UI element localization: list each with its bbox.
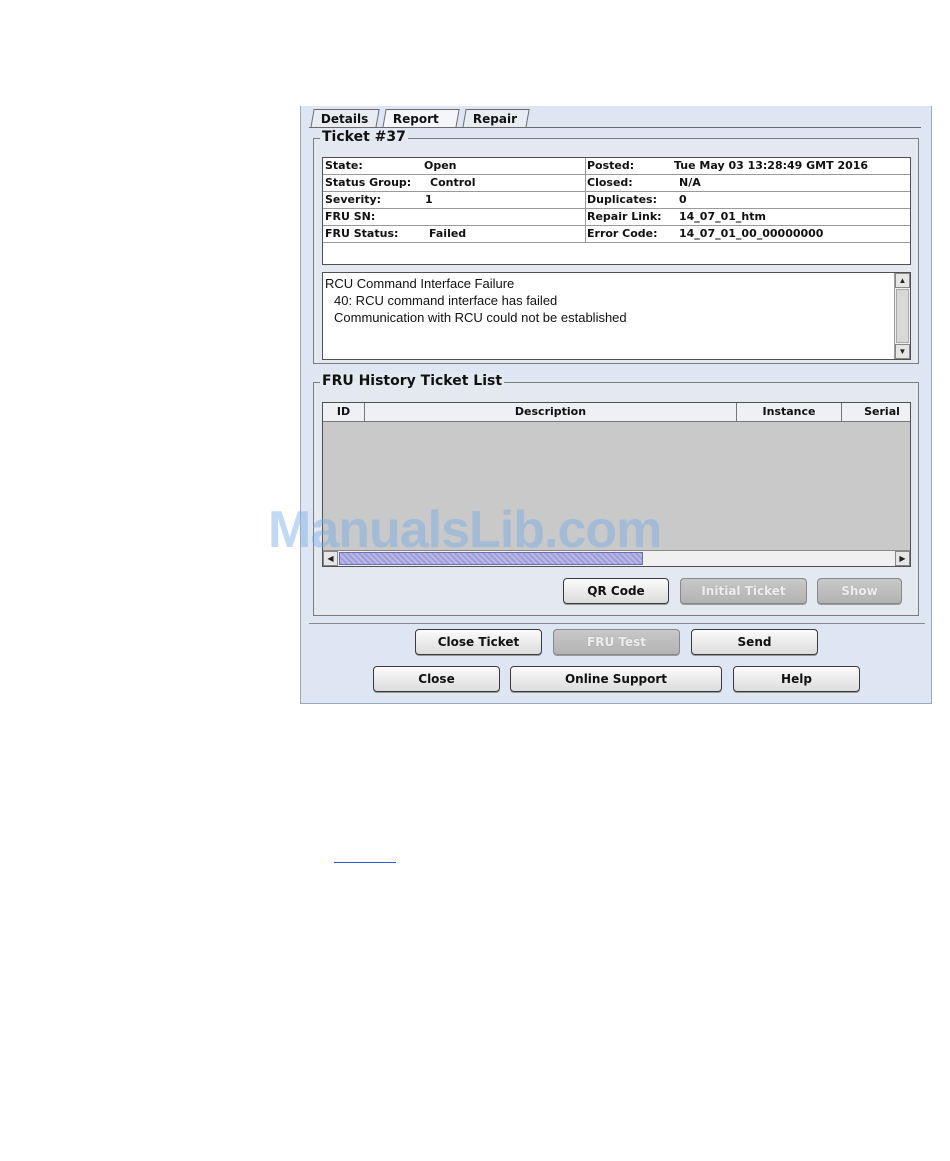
column-header-description[interactable]: Description xyxy=(365,403,737,422)
fru-history-group: FRU History Ticket List ID Description I… xyxy=(313,373,919,616)
posted-label: Posted: xyxy=(587,159,635,172)
message-line: Communication with RCU could not be esta… xyxy=(334,310,627,325)
repair-link-value: 14_07_01_htm xyxy=(679,210,766,223)
message-line: RCU Command Interface Failure xyxy=(325,276,515,291)
status-group-value: Control xyxy=(430,176,476,189)
closed-value: N/A xyxy=(679,176,701,189)
tab-repair-label: Repair xyxy=(472,112,518,126)
table-row: FRU Status: Failed Error Code: 14_07_01_… xyxy=(323,226,910,243)
repair-link-label: Repair Link: xyxy=(587,210,662,223)
tab-report-label: Report xyxy=(392,112,439,126)
link-underline[interactable] xyxy=(334,862,396,863)
scroll-right-icon[interactable]: ▶ xyxy=(895,551,910,566)
tab-details-label: Details xyxy=(320,112,369,126)
tab-repair[interactable]: Repair xyxy=(462,109,530,128)
close-ticket-button[interactable]: Close Ticket xyxy=(415,629,542,655)
scroll-down-icon[interactable]: ▼ xyxy=(895,344,910,359)
fru-test-button[interactable]: FRU Test xyxy=(553,629,680,655)
fru-sn-label: FRU SN: xyxy=(325,210,376,223)
watermark: ManualsLib.com xyxy=(268,501,662,559)
message-vertical-scrollbar[interactable]: ▲ ▼ xyxy=(894,273,910,359)
ticket-details-table: State: Open Posted: Tue May 03 13:28:49 … xyxy=(322,157,911,265)
duplicates-label: Duplicates: xyxy=(587,193,657,206)
scroll-up-icon[interactable]: ▲ xyxy=(895,273,910,288)
ticket-title: Ticket #37 xyxy=(320,129,408,145)
column-header-id[interactable]: ID xyxy=(323,403,365,422)
table-row: FRU SN: Repair Link: 14_07_01_htm xyxy=(323,209,910,226)
ticket-dialog: Details Report Repair Ticket #37 State: … xyxy=(300,106,932,704)
tab-details[interactable]: Details xyxy=(310,109,380,128)
column-header-serial[interactable]: Serial xyxy=(842,403,910,422)
duplicates-value: 0 xyxy=(679,193,687,206)
message-line: 40: RCU command interface has failed xyxy=(334,293,558,308)
status-group-label: Status Group: xyxy=(325,176,412,189)
error-code-label: Error Code: xyxy=(587,227,658,240)
qr-code-button[interactable]: QR Code xyxy=(563,578,669,604)
column-header-instance[interactable]: Instance xyxy=(737,403,842,422)
table-row: Status Group: Control Closed: N/A xyxy=(323,175,910,192)
fru-history-title: FRU History Ticket List xyxy=(320,373,505,389)
state-label: State: xyxy=(325,159,363,172)
posted-value: Tue May 03 13:28:49 GMT 2016 xyxy=(674,159,869,172)
tab-report[interactable]: Report xyxy=(382,109,460,128)
table-row: Severity: 1 Duplicates: 0 xyxy=(323,192,910,209)
close-button[interactable]: Close xyxy=(373,666,500,692)
table-row: State: Open Posted: Tue May 03 13:28:49 … xyxy=(323,158,910,175)
send-button[interactable]: Send xyxy=(691,629,818,655)
tab-divider xyxy=(309,127,921,128)
closed-label: Closed: xyxy=(587,176,633,189)
error-code-value: 14_07_01_00_00000000 xyxy=(679,227,824,240)
help-button[interactable]: Help xyxy=(733,666,860,692)
ticket-group: Ticket #37 State: Open Posted: Tue May 0… xyxy=(313,129,919,364)
online-support-button[interactable]: Online Support xyxy=(510,666,722,692)
fru-status-label: FRU Status: xyxy=(325,227,399,240)
state-value: Open xyxy=(424,159,457,172)
show-button[interactable]: Show xyxy=(817,578,902,604)
fru-status-value: Failed xyxy=(429,227,467,240)
severity-label: Severity: xyxy=(325,193,382,206)
scroll-thumb[interactable] xyxy=(896,289,909,343)
ticket-message-box[interactable]: RCU Command Interface Failure 40: RCU co… xyxy=(322,272,911,360)
severity-value: 1 xyxy=(425,193,433,206)
table-header: ID Description Instance Serial xyxy=(323,403,910,422)
initial-ticket-button[interactable]: Initial Ticket xyxy=(680,578,807,604)
